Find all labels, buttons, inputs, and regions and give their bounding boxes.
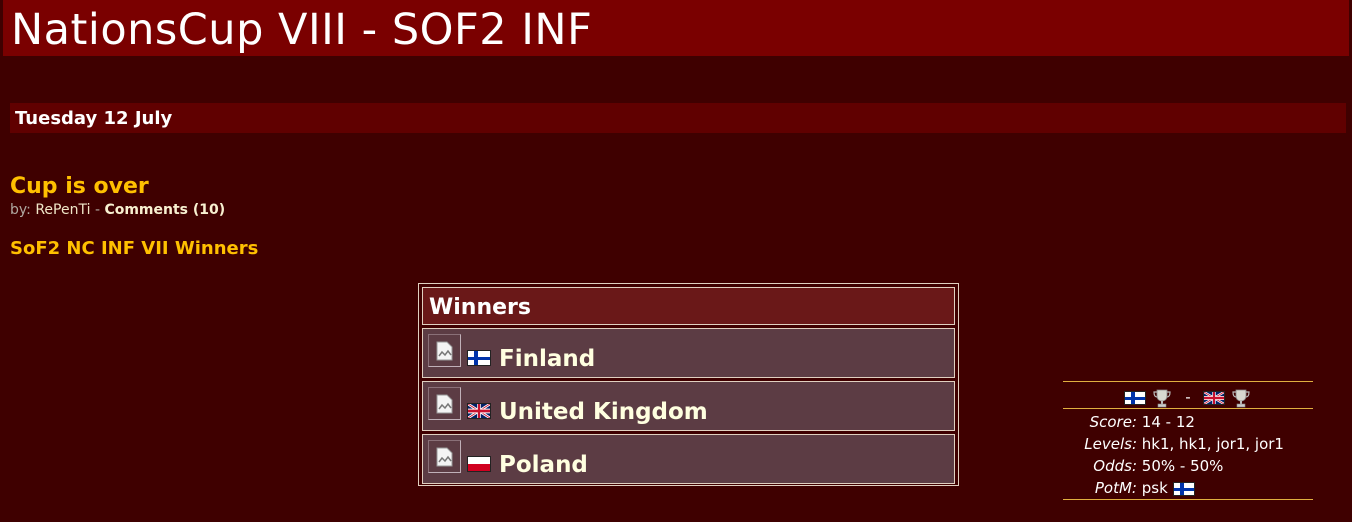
finland-flag-icon [467, 350, 491, 366]
finland-flag-icon [1172, 481, 1195, 496]
potm-value: psk [1141, 479, 1168, 497]
trophy-icon [1152, 389, 1171, 407]
by-label: by: [10, 202, 31, 218]
trophy-icon [1232, 389, 1250, 407]
uk-flag-icon [1203, 390, 1226, 405]
winners-header: Winners [422, 287, 955, 325]
potm-row: PotM: psk [1063, 478, 1195, 498]
versus-separator: - [1185, 388, 1191, 406]
comments-link[interactable]: Comments (10) [104, 202, 225, 218]
score-label: Score: [1089, 413, 1137, 431]
author-name: RePenTi [35, 202, 91, 218]
winners-header-label: Winners [429, 295, 531, 320]
odds-label: Odds: [1093, 457, 1137, 475]
odds-value: 50% - 50% [1141, 457, 1224, 475]
match-teams: - [1063, 386, 1313, 408]
potm-label: PotM: [1094, 479, 1137, 497]
news-title-link[interactable]: Cup is over [10, 173, 149, 201]
site-header: NationsCup VIII - SOF2 INF [3, 0, 1349, 56]
match-divider-mid [1063, 408, 1313, 409]
broken-image-icon [428, 440, 461, 473]
broken-image-icon [428, 334, 461, 367]
date-text: Tuesday 12 July [15, 108, 173, 129]
country-name: United Kingdom [499, 399, 708, 425]
byline-separator: - [94, 202, 100, 218]
poland-flag-icon [467, 456, 491, 472]
match-divider-bottom [1063, 499, 1313, 500]
uk-flag-icon [467, 403, 491, 419]
site-title: NationsCup VIII - SOF2 INF [11, 5, 593, 55]
country-name: Finland [499, 346, 596, 372]
finland-flag-icon [1123, 390, 1146, 405]
levels-row: Levels: hk1, hk1, jor1, jor1 [1063, 434, 1284, 454]
winner-row: United Kingdom [422, 381, 955, 431]
date-bar: Tuesday 12 July [10, 103, 1346, 133]
odds-row: Odds: 50% - 50% [1063, 456, 1223, 476]
score-row: Score: 14 - 12 [1063, 412, 1195, 432]
news-subheading: SoF2 NC INF VII Winners [10, 238, 259, 259]
winner-row: Poland [422, 434, 955, 484]
levels-value: hk1, hk1, jor1, jor1 [1141, 435, 1284, 453]
levels-label: Levels: [1084, 435, 1137, 453]
country-name: Poland [499, 452, 588, 478]
winners-table: Winners Finland United Kingdom Poland [418, 283, 959, 486]
match-divider-top [1063, 381, 1313, 382]
winner-row: Finland [422, 328, 955, 378]
news-byline: by: RePenTi - Comments (10) [10, 201, 225, 219]
score-value: 14 - 12 [1141, 413, 1195, 431]
match-result-box: - Score: 14 - 12 Levels: hk1, hk1, jor1,… [1063, 381, 1313, 501]
broken-image-icon [428, 387, 461, 420]
